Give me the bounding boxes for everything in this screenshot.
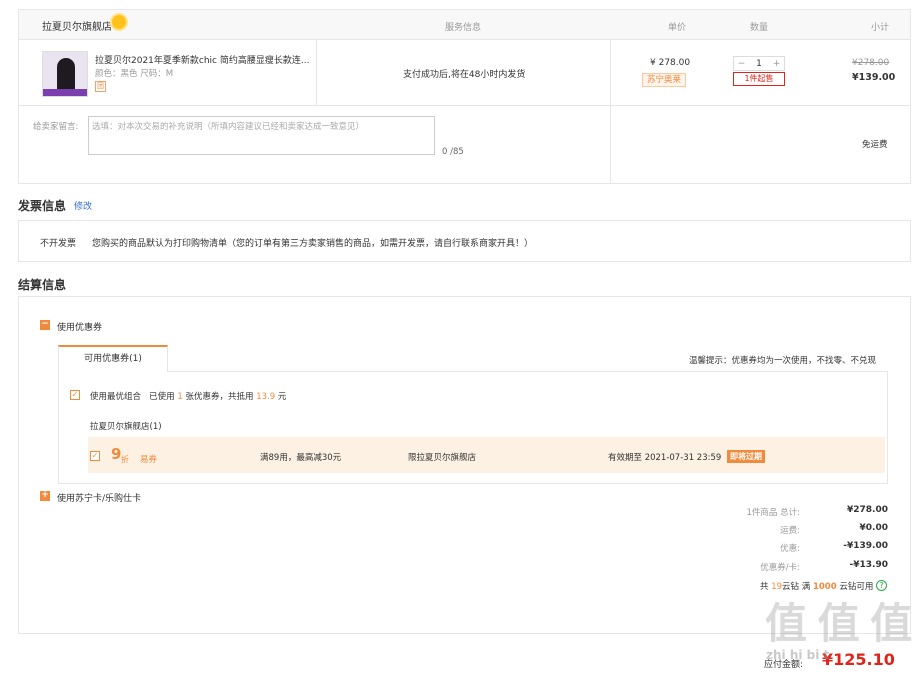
- watermark-logo: 值 值 值: [765, 599, 912, 648]
- header-quantity: 数量: [750, 23, 769, 33]
- summary-value: ¥0.00: [859, 523, 888, 533]
- invoice-type: 不开发票: [40, 239, 77, 249]
- shop-coupon-group: 拉夏贝尔旗舰店(1): [90, 422, 162, 432]
- invoice-title: 发票信息: [18, 199, 67, 213]
- invoice-modify-link[interactable]: 修改: [74, 199, 92, 212]
- message-char-count: 0 /85: [442, 147, 464, 157]
- selection-badge: 苏宁奥莱: [642, 73, 687, 87]
- shipping-fee: 免运费: [862, 140, 888, 150]
- tuan-badge: 团: [95, 81, 106, 92]
- shop-name[interactable]: 拉夏贝尔旗舰店: [42, 18, 112, 33]
- coupon-limit: 限拉夏贝尔旗舰店: [408, 453, 477, 463]
- expand-icon[interactable]: +: [40, 491, 50, 501]
- subtotal-price: ¥139.00: [852, 72, 896, 83]
- quantity-stepper[interactable]: − 1 +: [733, 56, 785, 71]
- service-text: 支付成功后,将在48小时内发货: [403, 70, 526, 80]
- coupon-row[interactable]: [88, 437, 885, 473]
- header-service: 服务信息: [445, 23, 482, 33]
- pay-total: ¥125.10: [822, 650, 895, 669]
- unit-price: ¥ 278.00: [650, 58, 691, 68]
- qty-plus-button[interactable]: +: [769, 59, 784, 69]
- coupon-checkbox[interactable]: ✓: [90, 451, 100, 461]
- product-title[interactable]: 拉夏贝尔2021年夏季新款chic 简约高腰显瘦长款连...: [95, 53, 310, 66]
- qty-minus-button[interactable]: −: [734, 59, 749, 69]
- use-card-toggle[interactable]: 使用苏宁卡/乐购仕卡: [57, 491, 141, 504]
- used-amount: 13.9: [256, 392, 276, 402]
- coupon-type: 易券: [140, 455, 158, 465]
- coupon-discount: 9: [111, 445, 122, 463]
- best-combo-checkbox[interactable]: ✓: [70, 390, 80, 400]
- shop-badge-icon: [112, 15, 126, 29]
- used-mid: 张优惠券，共抵用: [185, 392, 254, 402]
- original-price: ¥278.00: [852, 58, 890, 68]
- summary-value: -¥13.90: [849, 560, 888, 570]
- collapse-icon[interactable]: −: [40, 320, 50, 330]
- best-combo-label: 使用最优组合: [90, 392, 142, 402]
- coupon-tip: 温馨提示：优惠券均为一次使用，不找零、不兑现: [689, 356, 877, 366]
- min-qty-tip: 1件起售: [733, 72, 785, 86]
- summary-label: 运费:: [780, 526, 800, 536]
- expire-badge: 即将过期: [727, 450, 765, 463]
- summary-value: ¥278.00: [847, 505, 888, 515]
- product-attributes: 颜色：黑色 尺码：M: [95, 69, 174, 79]
- watermark-site: zhi hi bi t: [766, 648, 830, 662]
- header-unit-price: 单价: [668, 23, 687, 33]
- used-prefix: 已使用: [149, 392, 175, 402]
- tab-available-coupons[interactable]: 可用优惠券(1): [58, 345, 168, 372]
- best-combo-text: 使用最优组合 已使用 1 张优惠券，共抵用 13.9 元: [90, 390, 286, 402]
- summary-label: 1件商品 总计:: [746, 508, 800, 518]
- settlement-title: 结算信息: [18, 278, 67, 292]
- summary-label: 优惠:: [780, 544, 800, 554]
- used-suffix: 元: [277, 392, 287, 402]
- invoice-description: 您购买的商品默认为打印购物清单（您的订单有第三方卖家销售的商品，如需开发票，请自…: [92, 239, 534, 249]
- message-input[interactable]: 选填：对本次交易的补充说明（所填内容建议已经和卖家达成一致意见）: [88, 116, 435, 155]
- header-subtotal: 小计: [871, 23, 890, 33]
- summary-value: -¥139.00: [843, 541, 888, 551]
- thumbnail-banner: [43, 89, 87, 96]
- row-divider: [18, 105, 911, 106]
- used-count: 1: [177, 392, 183, 402]
- summary-label: 优惠券/卡:: [760, 563, 800, 573]
- column-divider: [316, 40, 317, 105]
- coupon-condition: 满89用，最高减30元: [260, 453, 342, 463]
- qty-value[interactable]: 1: [752, 59, 767, 69]
- message-label: 给卖家留言:: [33, 122, 79, 132]
- coupon-validity: 有效期至 2021-07-31 23:59: [608, 453, 722, 463]
- use-coupon-toggle[interactable]: 使用优惠券: [57, 320, 102, 333]
- column-divider: [610, 40, 611, 184]
- product-thumbnail[interactable]: [42, 51, 88, 97]
- coupon-discount-unit: 折: [121, 455, 129, 464]
